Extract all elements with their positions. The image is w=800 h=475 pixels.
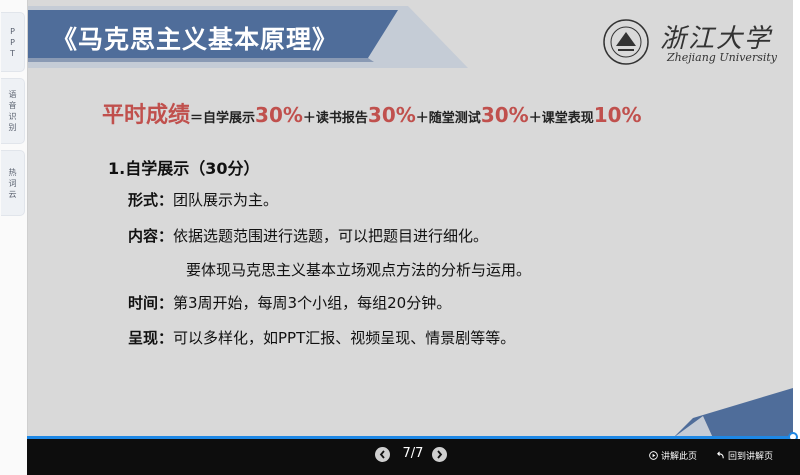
tab-speech-char: 音 bbox=[8, 101, 17, 110]
content-row: 内容：依据选题范围进行选题，可以把题目进行细化。 bbox=[128, 225, 488, 246]
grade-main: 平时成绩 bbox=[102, 103, 191, 128]
explain-page-button[interactable]: 讲解此页 bbox=[649, 449, 697, 462]
content-label: 内容： bbox=[128, 227, 174, 245]
grade-formula: 平时成绩＝自学展示30%＋读书报告30%＋随堂测试30%＋课堂表现10% bbox=[102, 97, 642, 129]
tab-wordcloud-char: 热 bbox=[8, 167, 17, 177]
tab-wordcloud-char: 云 bbox=[8, 189, 17, 199]
grade-percent: 30% bbox=[255, 103, 303, 127]
time-text: 第3周开始，每周3个小组，每组20分钟。 bbox=[173, 294, 452, 312]
page-indicator: 7/7 bbox=[402, 446, 424, 461]
return-page-button[interactable]: 回到讲解页 bbox=[716, 449, 773, 462]
grade-percent: 30% bbox=[480, 103, 529, 127]
tab-wordcloud-char: 词 bbox=[8, 178, 17, 188]
grade-part: ＋随堂测试 bbox=[415, 111, 481, 126]
presentation-text: 可以多样化，如PPT汇报、视频呈现、情景剧等等。 bbox=[173, 329, 516, 347]
tab-speech-char: 识 bbox=[8, 112, 17, 121]
grade-part: ＋读书报告 bbox=[302, 111, 368, 126]
tab-word-cloud[interactable]: 热 词 云 bbox=[1, 150, 25, 216]
tab-ppt[interactable]: P P T bbox=[1, 12, 25, 72]
tab-ppt-char: T bbox=[10, 48, 15, 58]
grade-percent: 10% bbox=[593, 103, 642, 127]
return-arrow-icon bbox=[717, 451, 724, 459]
tab-ppt-char: P bbox=[10, 26, 15, 36]
time-row: 时间：第3周开始，每周3个小组，每组20分钟。 bbox=[128, 292, 451, 313]
presentation-label: 呈现： bbox=[128, 329, 174, 347]
university-seal-icon bbox=[603, 19, 649, 65]
control-bar: 7/7 讲解此页 回到讲解页 bbox=[27, 439, 800, 475]
grade-part: ＋课堂表现 bbox=[528, 111, 594, 126]
tab-speech-recognition[interactable]: 语 音 识 别 bbox=[1, 78, 25, 144]
return-page-label: 回到讲解页 bbox=[728, 452, 774, 462]
play-circle-icon bbox=[649, 451, 658, 460]
slide-title: 《马克思主义基本原理》 bbox=[52, 25, 339, 54]
content-text: 依据选题范围进行选题，可以把题目进行细化。 bbox=[173, 227, 489, 245]
grade-part: ＝自学展示 bbox=[190, 111, 256, 126]
next-page-button[interactable] bbox=[432, 447, 447, 462]
grade-percent: 30% bbox=[367, 103, 416, 127]
university-name-en: Zhejiang University bbox=[667, 51, 777, 64]
university-name-cn: 浙江大学 bbox=[660, 24, 773, 54]
form-label: 形式： bbox=[128, 191, 174, 209]
slide: 《马克思主义基本原理》 浙江大学 Zhejiang University 平时成… bbox=[27, 0, 793, 438]
tab-speech-char: 别 bbox=[8, 123, 17, 132]
side-panel: P P T 语 音 识 别 热 词 云 bbox=[0, 0, 27, 475]
tab-ppt-char: P bbox=[10, 37, 15, 47]
presentation-row: 呈现：可以多样化，如PPT汇报、视频呈现、情景剧等等。 bbox=[128, 327, 515, 348]
chevron-right-icon bbox=[437, 450, 443, 459]
corner-decoration bbox=[673, 388, 793, 438]
chevron-left-icon bbox=[379, 450, 385, 459]
prev-page-button[interactable] bbox=[375, 447, 390, 462]
explain-page-label: 讲解此页 bbox=[661, 452, 698, 462]
form-row: 形式：团队展示为主。 bbox=[128, 189, 278, 210]
content-row-cont: 要体现马克思主义基本立场观点方法的分析与运用。 bbox=[186, 259, 531, 280]
form-text: 团队展示为主。 bbox=[173, 191, 279, 209]
section-title: 1.自学展示（30分） bbox=[108, 159, 260, 178]
time-label: 时间： bbox=[128, 294, 174, 312]
tab-speech-char: 语 bbox=[8, 90, 17, 99]
content-text-2: 要体现马克思主义基本立场观点方法的分析与运用。 bbox=[186, 261, 532, 279]
